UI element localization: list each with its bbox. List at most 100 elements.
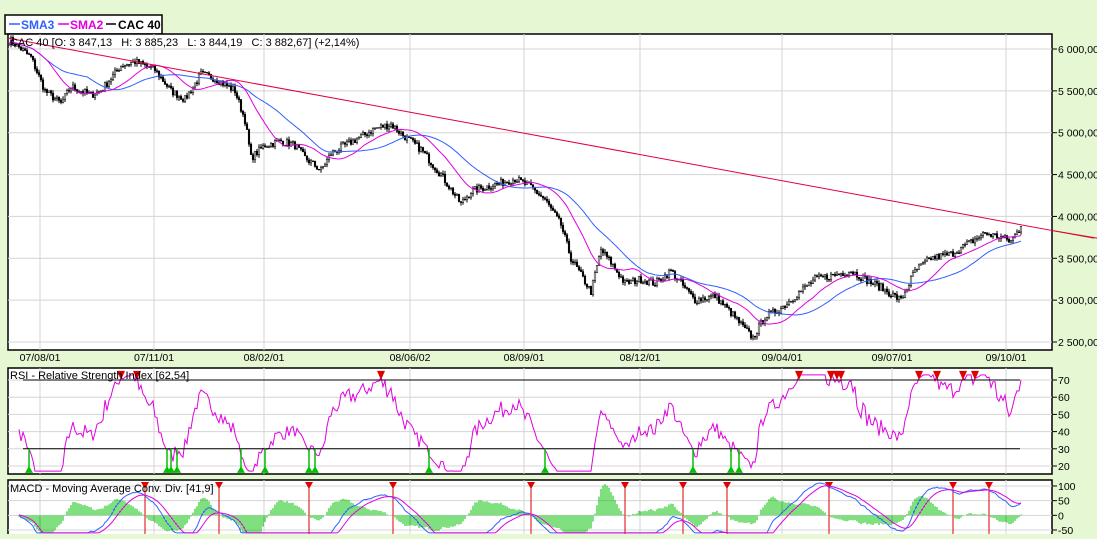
candle-body xyxy=(339,143,343,151)
candle-body xyxy=(847,272,851,276)
candle-body xyxy=(421,147,425,152)
candle-body xyxy=(1007,239,1011,243)
candle-body xyxy=(83,88,87,94)
date-tick-label: 08/09/01 xyxy=(504,352,545,364)
candle-body xyxy=(347,139,351,142)
rsi-panel[interactable]: RSI - Relative Strength Index [62,54] xyxy=(7,367,1053,475)
candle-body xyxy=(63,93,67,100)
price-info: CAC 40 [O: 3 847,13 H: 3 885,23 L: 3 844… xyxy=(10,37,359,49)
candle-body xyxy=(317,168,321,171)
candle-body xyxy=(883,288,887,292)
candle-body xyxy=(793,299,797,302)
candle-body xyxy=(571,261,575,264)
candle-body xyxy=(631,278,635,281)
candle-body xyxy=(487,185,491,189)
candle-body xyxy=(569,252,573,262)
candle-body xyxy=(23,48,27,51)
candle-body xyxy=(787,301,791,305)
candle-body xyxy=(35,68,39,73)
candle-body xyxy=(575,261,579,268)
candle-body xyxy=(567,241,571,253)
candle-body xyxy=(821,276,825,278)
candle-body xyxy=(873,281,877,285)
candle-body xyxy=(599,249,603,257)
candle-body xyxy=(465,196,469,200)
candle-body xyxy=(65,90,69,94)
candle-body xyxy=(185,95,189,99)
price-tick-label: 2 500,00 xyxy=(1058,337,1097,349)
candle-body xyxy=(313,160,317,167)
candle-body xyxy=(903,291,907,298)
candle-body xyxy=(617,271,621,278)
candle-body xyxy=(989,233,993,237)
candle-body xyxy=(885,288,889,293)
candle-body xyxy=(25,50,29,54)
candle-body xyxy=(29,54,33,57)
candle-body xyxy=(379,124,383,128)
price-tick-label: 3 000,00 xyxy=(1058,295,1097,307)
candle-body xyxy=(409,137,413,139)
candle-body xyxy=(891,292,895,297)
candle-body xyxy=(851,271,855,275)
candle-body xyxy=(713,293,717,299)
candle-body xyxy=(535,189,539,194)
candle-body xyxy=(993,233,997,235)
candle-body xyxy=(491,186,495,189)
candle-body xyxy=(45,89,49,93)
chart-window: SMA3 SMA2 CAC 40 CAC 40 [O: 3 847,13 H: … xyxy=(4,14,1097,539)
candle-body xyxy=(363,132,367,135)
candle-body xyxy=(781,306,785,309)
candle-body xyxy=(305,155,309,161)
candle-body xyxy=(613,263,617,270)
rsi-tick-label: 50 xyxy=(1058,409,1070,421)
candle-body xyxy=(655,278,659,286)
candle-body xyxy=(429,162,433,166)
legend-sma3[interactable]: SMA3 xyxy=(21,18,55,32)
candle-body xyxy=(601,249,605,254)
candle-body xyxy=(43,89,47,91)
candle-body xyxy=(671,269,675,272)
candle-body xyxy=(505,182,509,184)
candle-body xyxy=(297,144,301,148)
candle-body xyxy=(47,90,51,93)
candle-body xyxy=(823,274,827,278)
candle-body xyxy=(707,296,711,300)
candle-body xyxy=(701,297,705,302)
candle-body xyxy=(971,239,975,244)
price-panel[interactable]: CAC 40 [O: 3 847,13 H: 3 885,23 L: 3 844… xyxy=(7,33,1095,351)
candle-body xyxy=(51,92,55,101)
candle-body xyxy=(195,82,199,84)
candle-body xyxy=(303,151,307,157)
candle-body xyxy=(941,253,945,255)
candle-body xyxy=(205,72,209,74)
candle-body xyxy=(909,276,913,286)
candle-body xyxy=(391,123,395,129)
candle-body xyxy=(545,198,549,202)
candle-body xyxy=(841,273,845,277)
candle-body xyxy=(169,85,173,89)
legend-sma2[interactable]: SMA2 xyxy=(70,18,104,32)
legend-cac40[interactable]: CAC 40 xyxy=(118,18,161,32)
macd-panel[interactable]: MACD - Moving Average Conv. Div. [41,9] xyxy=(7,479,1053,539)
candle-body xyxy=(809,282,813,284)
candle-body xyxy=(381,124,385,128)
candle-body xyxy=(165,84,169,87)
candle-body xyxy=(341,142,345,145)
date-tick-label: 08/06/02 xyxy=(390,352,431,364)
candle-body xyxy=(691,293,695,298)
candle-body xyxy=(155,70,159,72)
candle-body xyxy=(789,301,793,303)
candle-body xyxy=(261,145,265,149)
candle-body xyxy=(565,234,569,242)
candle-body xyxy=(37,72,41,76)
candle-body xyxy=(935,254,939,260)
candle-body xyxy=(167,85,171,88)
candle-body xyxy=(207,72,211,75)
candle-body xyxy=(563,231,567,235)
candle-body xyxy=(489,188,493,190)
candle-body xyxy=(493,183,497,187)
candle-body xyxy=(349,139,353,145)
candle-body xyxy=(539,194,543,197)
price-tick-label: 5 000,00 xyxy=(1058,128,1097,140)
candle-body xyxy=(79,91,83,93)
